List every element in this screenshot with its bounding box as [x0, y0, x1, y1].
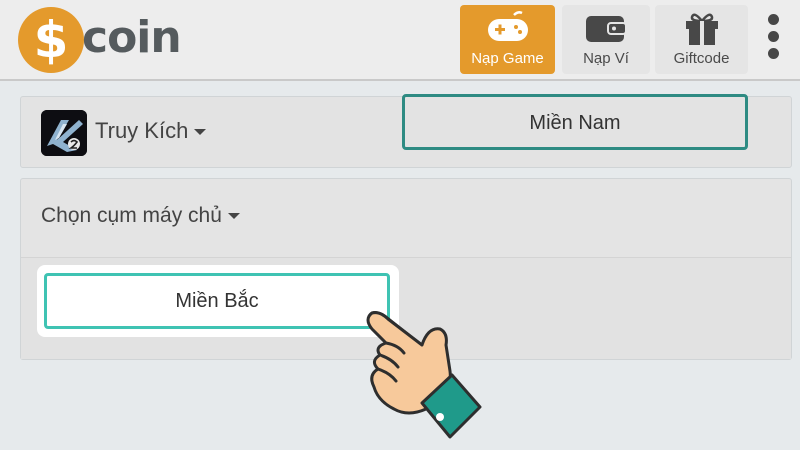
nav-nap-vi-button[interactable]: Nạp Ví	[562, 5, 650, 74]
nav-label: Nạp Ví	[583, 50, 629, 67]
kebab-menu-icon[interactable]	[764, 12, 784, 62]
scoin-logo[interactable]: $ coin	[18, 7, 188, 73]
nav-giftcode-button[interactable]: Giftcode	[655, 5, 748, 74]
region-mien-bac-button[interactable]: Miền Bắc	[44, 273, 390, 329]
nav-label: Nạp Game	[471, 50, 544, 67]
server-cluster-dropdown[interactable]: Chọn cụm máy chủ	[41, 204, 240, 228]
logo-symbol: $	[33, 11, 69, 69]
nav-label: Giftcode	[673, 50, 730, 67]
region-mien-nam-button[interactable]: Miền Nam	[402, 94, 748, 150]
pointing-hand-icon	[352, 305, 492, 445]
top-bar: $ coin Nạp Game Nạp Ví Giftcode	[0, 0, 800, 81]
game-truy-kich-icon	[41, 110, 87, 156]
gift-icon	[682, 11, 722, 51]
caret-down-icon	[227, 213, 240, 220]
game-name: Truy Kích	[95, 118, 207, 144]
caret-down-icon	[194, 129, 207, 136]
gamepad-icon	[484, 11, 532, 49]
logo-text: coin	[82, 12, 182, 63]
nav-nap-game-button[interactable]: Nạp Game	[460, 5, 555, 74]
wallet-icon	[582, 11, 630, 49]
